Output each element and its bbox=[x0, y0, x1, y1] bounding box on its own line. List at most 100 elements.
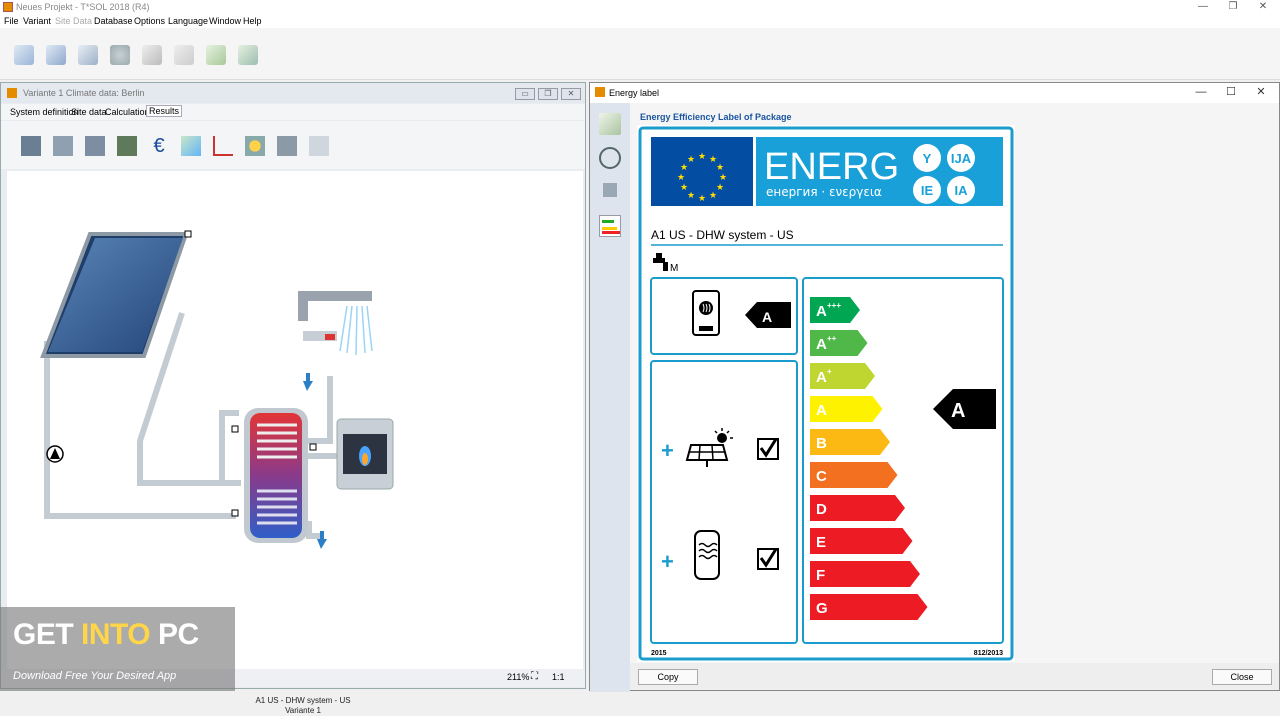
variant-toolbar: € bbox=[1, 121, 585, 169]
energy-maximize-button[interactable]: ☐ bbox=[1216, 85, 1246, 101]
menu-file[interactable]: File bbox=[4, 16, 19, 26]
zoom-level: 211% bbox=[507, 672, 530, 682]
close-button[interactable]: ✕ bbox=[1250, 0, 1276, 14]
menu-options[interactable]: Options bbox=[134, 16, 165, 26]
language-badge: IA bbox=[947, 176, 975, 204]
watermark: GET INTO PC Download Free Your Desired A… bbox=[0, 607, 235, 691]
compare-icon[interactable] bbox=[53, 136, 73, 156]
scale-bar: A +++ bbox=[810, 297, 860, 323]
energy-title-bar: Energy label — ☐ ✕ bbox=[590, 83, 1279, 103]
tree-icon[interactable] bbox=[206, 45, 226, 65]
calculator-icon[interactable] bbox=[117, 136, 137, 156]
scale-bar: A bbox=[810, 396, 883, 422]
energy-close-button[interactable]: ✕ bbox=[1246, 85, 1276, 101]
svg-text:D: D bbox=[816, 501, 827, 518]
sun-cloud-icon[interactable] bbox=[245, 136, 265, 156]
minimize-button[interactable]: — bbox=[1190, 0, 1216, 14]
svg-text:+++: +++ bbox=[827, 301, 841, 310]
package-class: A bbox=[951, 400, 965, 422]
svg-text:+: + bbox=[827, 367, 832, 376]
watermark-tagline: Download Free Your Desired App bbox=[13, 670, 177, 682]
load-profile: M bbox=[670, 263, 678, 274]
chart-icon[interactable] bbox=[181, 136, 201, 156]
menu-site-data[interactable]: Site Data bbox=[55, 16, 92, 26]
scale-bar: E bbox=[810, 528, 913, 554]
tab-system-definition[interactable]: System definition bbox=[10, 107, 79, 117]
shower[interactable] bbox=[298, 291, 373, 391]
water-heater-icon bbox=[692, 290, 720, 336]
language-badge: IJA bbox=[947, 144, 975, 172]
tap-icon[interactable] bbox=[142, 45, 162, 65]
weather-icon[interactable] bbox=[110, 45, 130, 65]
components-box bbox=[650, 360, 798, 644]
printer-icon[interactable] bbox=[21, 136, 41, 156]
system-diagram-canvas: A1 US - DHW system - US Variante 1 bbox=[7, 171, 583, 715]
copy-button[interactable]: Copy bbox=[638, 669, 698, 685]
svg-text:★: ★ bbox=[680, 183, 688, 193]
language-badge: Y bbox=[913, 144, 941, 172]
storage-tank[interactable] bbox=[231, 408, 327, 549]
energy-label: ★ ★★★ ★★★★ ★★★★ ENERG енергия · ενεργεια … bbox=[638, 126, 1014, 661]
svg-text:A: A bbox=[816, 402, 827, 419]
tab-site-data[interactable]: Site data bbox=[71, 107, 107, 117]
menu-bar: File Variant Site Data Database Options … bbox=[0, 14, 1280, 28]
svg-text:G: G bbox=[816, 600, 828, 617]
menu-database[interactable]: Database bbox=[94, 16, 133, 26]
svg-text:A: A bbox=[816, 336, 827, 353]
tab-results[interactable]: Results bbox=[146, 105, 183, 117]
svg-text:B: B bbox=[816, 435, 827, 452]
document-icon[interactable] bbox=[599, 113, 621, 135]
menu-language[interactable]: Language bbox=[168, 16, 208, 26]
main-toolbar bbox=[0, 28, 1280, 80]
svg-text:E: E bbox=[816, 534, 826, 551]
scale-bar: A ++ bbox=[810, 330, 868, 356]
plus-sign: + bbox=[661, 438, 674, 463]
menu-variant[interactable]: Variant bbox=[23, 16, 51, 26]
svg-text:IE: IE bbox=[921, 183, 934, 198]
diagram-variant-name: Variante 1 bbox=[285, 706, 321, 715]
euro-icon[interactable]: € bbox=[149, 136, 169, 156]
tap-icon[interactable] bbox=[603, 183, 617, 197]
building-icon[interactable] bbox=[309, 136, 329, 156]
open-project-icon[interactable] bbox=[46, 45, 66, 65]
graph-icon[interactable] bbox=[213, 136, 233, 156]
title-bar: Neues Projekt - T*SOL 2018 (R4) — ❐ ✕ bbox=[0, 0, 1280, 14]
variant-close-button[interactable]: ✕ bbox=[561, 88, 581, 100]
connector[interactable] bbox=[184, 230, 192, 238]
restore-button[interactable]: ❐ bbox=[1220, 0, 1246, 14]
solar-collector[interactable] bbox=[40, 230, 192, 358]
pump-icon[interactable] bbox=[599, 147, 621, 169]
report-icon[interactable] bbox=[238, 45, 258, 65]
menu-help[interactable]: Help bbox=[243, 16, 262, 26]
svg-text:★: ★ bbox=[709, 191, 717, 201]
zoom-ratio[interactable]: 1:1 bbox=[552, 672, 565, 682]
save-project-icon[interactable] bbox=[78, 45, 98, 65]
variant-minimize-button[interactable]: ▭ bbox=[515, 88, 535, 100]
pump[interactable] bbox=[46, 445, 64, 463]
svg-text:Y: Y bbox=[923, 151, 932, 166]
watermark-logo: GET INTO PC bbox=[13, 618, 199, 651]
menu-window[interactable]: Window bbox=[209, 16, 241, 26]
new-project-icon[interactable] bbox=[14, 45, 34, 65]
diagram-caption: A1 US - DHW system - US Variante 1 bbox=[243, 696, 363, 716]
window-title: Neues Projekt - T*SOL 2018 (R4) bbox=[16, 2, 150, 12]
energy-sidebar bbox=[590, 103, 630, 692]
building-icon[interactable] bbox=[174, 45, 194, 65]
variant-icon bbox=[7, 88, 17, 98]
energy-label-icon[interactable] bbox=[599, 215, 621, 237]
svg-text:★: ★ bbox=[687, 191, 695, 201]
heater-class: A bbox=[762, 309, 772, 325]
label-area: ★ ★ ★ ★ ★ ★ ★ ★ ★ ★ ★ ★ ENERG енергия · ενεργεια … bbox=[637, 125, 1015, 662]
svg-text:★: ★ bbox=[719, 173, 727, 183]
gas-boiler[interactable] bbox=[336, 418, 394, 490]
energy-label-window: Energy label — ☐ ✕ Energy Efficiency Lab… bbox=[589, 82, 1280, 692]
label-regulation: 812/2013 bbox=[974, 650, 1003, 657]
export-icon[interactable] bbox=[85, 136, 105, 156]
variant-restore-button[interactable]: ❐ bbox=[538, 88, 558, 100]
scale-bar: D bbox=[810, 495, 905, 521]
energy-minimize-button[interactable]: — bbox=[1186, 85, 1216, 101]
close-dialog-button[interactable]: Close bbox=[1212, 669, 1272, 685]
diagram-system-name: A1 US - DHW system - US bbox=[255, 696, 351, 705]
fit-icon[interactable]: ⛶ bbox=[531, 671, 538, 682]
tap-icon[interactable] bbox=[277, 136, 297, 156]
